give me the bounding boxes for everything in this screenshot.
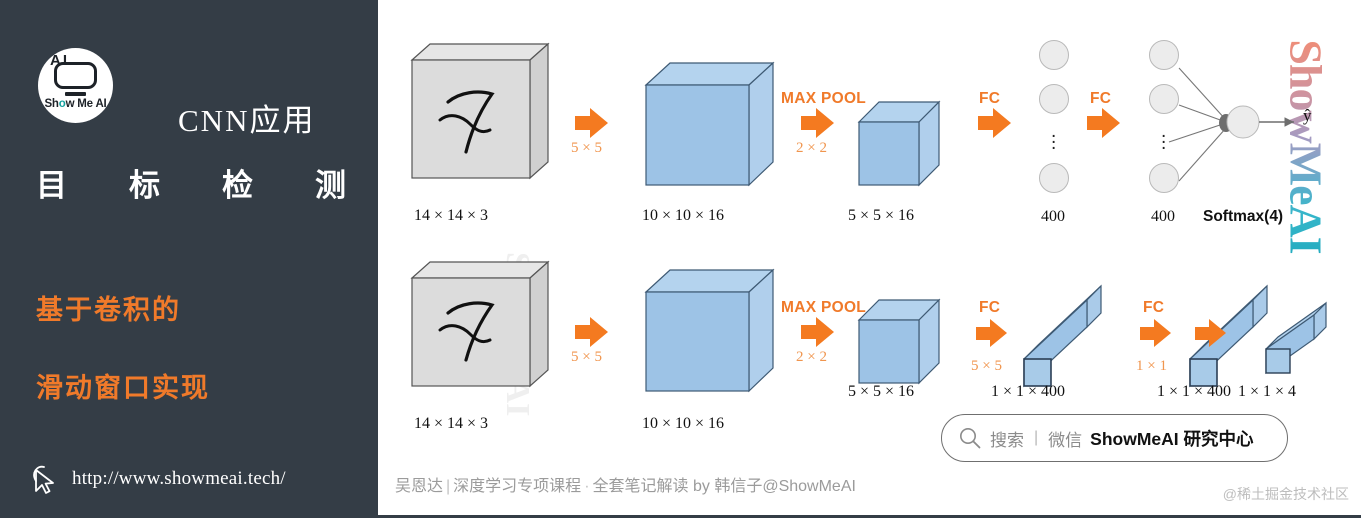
caption-author: 吴恩达	[395, 478, 444, 495]
title-char-1: 标	[129, 168, 160, 203]
fc1-ellipsis: ...	[1051, 121, 1057, 154]
logo-caption-pre: Sh	[44, 98, 59, 110]
caption-sep-1: |	[446, 478, 451, 495]
bottom-conv-volume	[644, 268, 775, 393]
bottom-pool-kernel-label: 2 × 2	[796, 349, 827, 365]
title-char-2: 检	[222, 168, 253, 203]
wechat-search-box[interactable]: 搜索 | 微信 ShowMeAI 研究中心	[941, 414, 1288, 462]
fc1-node-1	[1039, 40, 1069, 70]
bottom-arrow-pool	[801, 317, 834, 347]
bottom-arrow-fc1	[976, 319, 1007, 347]
fc2-node-n	[1149, 163, 1179, 193]
top-arrow-conv	[575, 108, 608, 138]
bottom-input-label: 14 × 14 × 3	[414, 415, 489, 432]
bottom-fc2-kernel-label: 1 × 1	[1136, 358, 1167, 374]
bottom-maxpool-op-label: MAX POOL	[781, 299, 867, 316]
search-separator: |	[1034, 429, 1039, 446]
bottom-arrow-fc2	[1140, 319, 1171, 347]
bottom-output-volume	[1265, 301, 1327, 375]
caption-by: by 韩信子@ShowMeAI	[692, 478, 856, 495]
logo-neck-shape	[65, 92, 86, 96]
bottom-fc2-op-label: FC	[1143, 299, 1165, 316]
bottom-arrow-conv	[575, 317, 608, 347]
top-maxpool-op-label: MAX POOL	[781, 90, 867, 107]
page-title-main: 目 标 检 测	[36, 160, 346, 205]
cursor-arrow-icon	[33, 465, 54, 494]
showmeai-logo: AI Show Me AI	[38, 48, 113, 123]
bottom-fc1-kernel-label: 5 × 5	[971, 358, 1002, 374]
title-char-0: 目	[36, 168, 67, 203]
output-yhat-symbol: ŷ	[1303, 106, 1312, 125]
slide-root: AI Show Me AI CNN应用 目 标 检 测 基于卷积的 滑动窗口实现…	[0, 0, 1361, 518]
bottom-output-label: 1 × 1 × 4	[1238, 383, 1297, 400]
bottom-fc1-label: 1 × 1 × 400	[991, 383, 1066, 400]
footer-caption: 吴恩达 | 深度学习专项课程 · 全套笔记解读 by 韩信子@ShowMeAI	[395, 472, 856, 496]
bottom-fc1-volume	[1023, 284, 1102, 388]
search-label: 搜索	[990, 430, 1024, 450]
top-conv-kernel-label: 5 × 5	[571, 140, 602, 156]
sidebar: AI Show Me AI CNN应用 目 标 检 测 基于卷积的 滑动窗口实现…	[0, 0, 378, 518]
page-title-cnn: CNN应用	[178, 103, 316, 138]
top-fc2-op-label: FC	[1090, 90, 1112, 107]
top-conv-volume	[644, 61, 775, 187]
bottom-input-volume	[410, 260, 550, 388]
logo-badge-text: AI	[50, 52, 69, 69]
caption-course: 深度学习专项课程	[453, 478, 582, 495]
bottom-fc2-label: 1 × 1 × 400	[1157, 383, 1232, 400]
fc2-node-1	[1149, 40, 1179, 70]
top-pool-volume	[857, 100, 941, 187]
magnifier-icon	[960, 428, 981, 449]
search-channel-label: 微信	[1048, 430, 1083, 450]
fc2-count-label: 400	[1151, 208, 1175, 225]
top-conv-label: 10 × 10 × 16	[642, 207, 725, 224]
caption-dot: ·	[584, 478, 590, 495]
top-input-label: 14 × 14 × 3	[414, 207, 489, 224]
bottom-fc1-op-label: FC	[979, 299, 1001, 316]
bottom-conv-kernel-label: 5 × 5	[571, 349, 602, 365]
community-credit: @稀土掘金技术社区	[1222, 486, 1349, 502]
search-account-name: ShowMeAI 研究中心	[1090, 428, 1254, 449]
diagram-stage: ShowMeAI ShowMeAI	[378, 0, 1361, 518]
top-fc1-op-label: FC	[979, 90, 1001, 107]
softmax-connections	[1168, 67, 1294, 182]
top-input-volume	[410, 42, 550, 180]
fc1-node-2	[1039, 84, 1069, 114]
site-url-text: http://www.showmeai.tech/	[72, 468, 286, 489]
caption-notes: 全套笔记解读	[592, 478, 689, 495]
fc2-node-2	[1149, 84, 1179, 114]
diagram-panel: ShowMeAI ShowMeAI	[378, 0, 1361, 518]
top-pool-kernel-label: 2 × 2	[796, 140, 827, 156]
site-url-row[interactable]: http://www.showmeai.tech/	[32, 464, 286, 494]
logo-caption: Show Me AI	[38, 98, 113, 110]
top-arrow-pool	[801, 108, 834, 138]
bottom-pool-volume	[857, 298, 941, 385]
subtitle-line-2: 滑动窗口实现	[36, 373, 210, 403]
logo-caption-dot: o	[58, 98, 66, 110]
top-arrow-fc2	[1087, 108, 1120, 138]
softmax-label: Softmax(4)	[1203, 208, 1284, 225]
fc1-count-label: 400	[1041, 208, 1065, 225]
bottom-conv-label: 10 × 10 × 16	[642, 415, 725, 432]
fc2-ellipsis: ...	[1161, 121, 1167, 154]
top-arrow-fc1	[978, 108, 1011, 138]
subtitle-line-1: 基于卷积的	[36, 295, 181, 325]
logo-caption-post: w Me AI	[65, 98, 107, 110]
bottom-pool-label: 5 × 5 × 16	[848, 383, 915, 400]
top-pool-label: 5 × 5 × 16	[848, 207, 915, 224]
fc1-node-n	[1039, 163, 1069, 193]
title-char-3: 测	[315, 168, 346, 203]
